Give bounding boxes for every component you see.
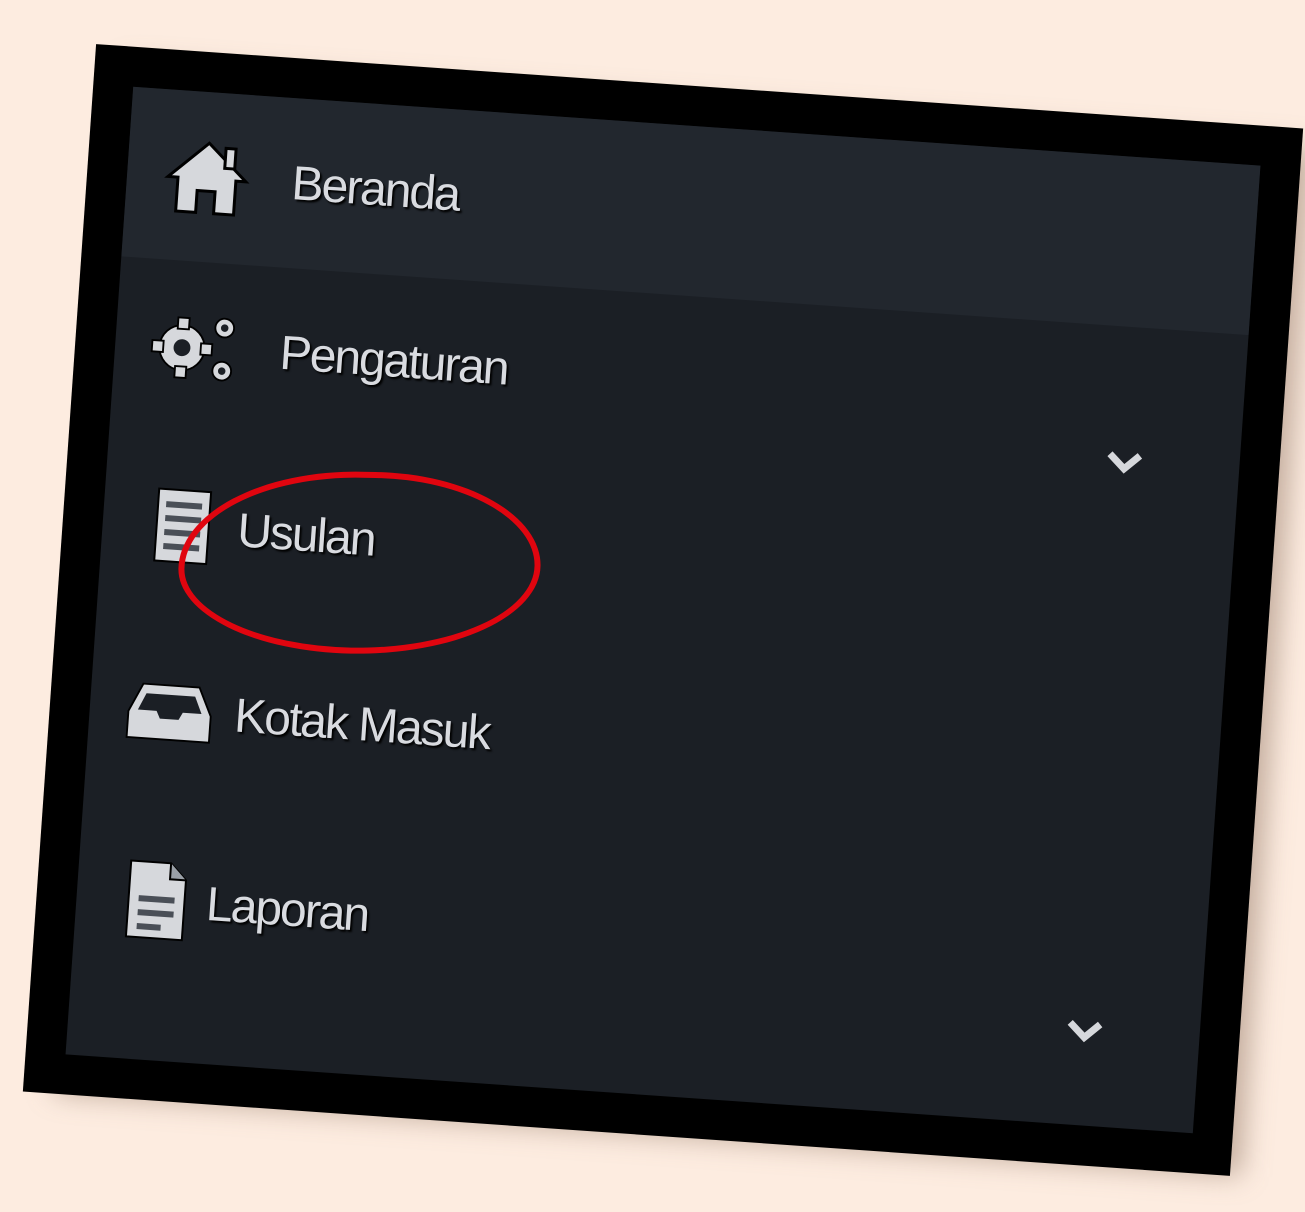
sidebar-frame: Beranda Pengaturan Usulan Kotak Masuk La… (22, 44, 1304, 1176)
chevron-down-icon (1067, 1020, 1103, 1043)
sidebar-menu: Beranda Pengaturan Usulan Kotak Masuk La… (65, 86, 1261, 1134)
chevron-down-icon (1107, 451, 1143, 474)
gears-icon (147, 299, 243, 395)
sidebar-item-label: Pengaturan (278, 326, 510, 396)
home-icon (159, 129, 255, 225)
sidebar-item-label: Usulan (235, 503, 377, 567)
list-document-icon (135, 478, 231, 574)
sidebar-item-label: Kotak Masuk (232, 688, 492, 760)
report-file-icon (108, 852, 204, 948)
sidebar-item-label: Beranda (290, 156, 461, 222)
screenshot-stage: Beranda Pengaturan Usulan Kotak Masuk La… (0, 0, 1305, 1212)
sidebar-item-label: Laporan (204, 877, 370, 942)
inbox-icon (122, 663, 218, 759)
